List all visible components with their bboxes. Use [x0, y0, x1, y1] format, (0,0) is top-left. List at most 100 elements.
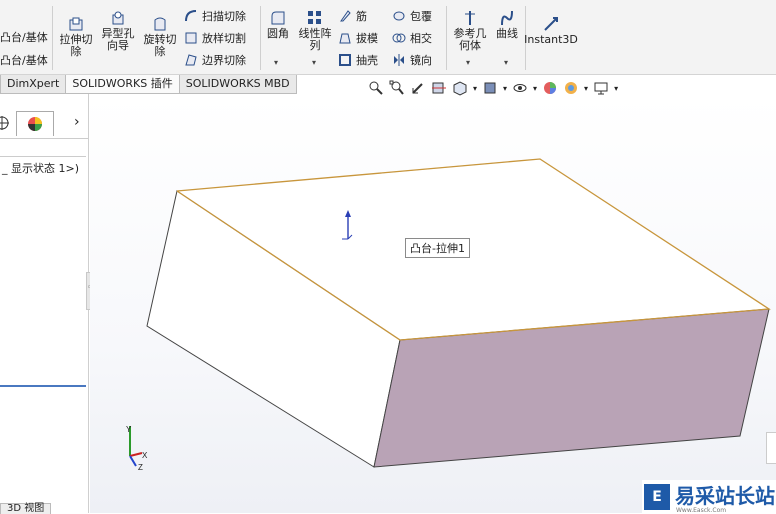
reference-geometry-button[interactable]: 参考几 何体: [450, 10, 490, 52]
watermark-subtext: Www.Easck.Com: [676, 506, 727, 514]
fillet-dropdown-icon[interactable]: ▾: [274, 58, 278, 67]
panel-expand-icon[interactable]: ›: [74, 114, 80, 130]
heads-up-view-toolbar: ▾ ▾ ▾ ▾ ▾: [368, 78, 618, 98]
tab-solidworks-mbd[interactable]: SOLIDWORKS MBD: [178, 75, 297, 94]
hole-wizard-icon: [112, 11, 124, 25]
curves-label: 曲线: [496, 27, 518, 40]
feature-callout[interactable]: 凸台-拉伸1: [405, 238, 470, 258]
ribbon-separator: [260, 6, 261, 70]
watermark: E 易采站长站 Www.Easck.Com: [642, 480, 776, 514]
intersect-button[interactable]: 相交: [392, 29, 432, 47]
panel-tabs: ›: [0, 110, 88, 139]
configuration-manager-icon[interactable]: [0, 115, 10, 131]
draft-button[interactable]: 拔模: [338, 29, 378, 47]
swept-cut-button[interactable]: 扫描切除: [184, 7, 246, 25]
boss-base-label: 凸台/基体: [0, 31, 48, 44]
rib-button[interactable]: 筋: [338, 7, 367, 25]
previous-view-icon[interactable]: [410, 80, 426, 96]
revolve-cut-button[interactable]: 旋转切 除: [140, 16, 180, 58]
section-view-icon[interactable]: [431, 80, 447, 96]
wrap-icon: [393, 11, 405, 21]
linear-pattern-label: 线性阵 列: [298, 27, 332, 52]
rib-icon: [340, 10, 351, 22]
ribbon-separator: [52, 6, 53, 70]
view-settings-dropdown-icon[interactable]: ▾: [614, 84, 618, 93]
view-orientation-icon[interactable]: [452, 80, 468, 96]
command-manager-ribbon: 凸台/基体 凸台/基体 拉伸切 除 异型孔 向导 旋转切 除 扫描切除 放样切割…: [0, 0, 776, 75]
lofted-cut-label: 放样切割: [202, 32, 246, 45]
edit-appearance-icon[interactable]: [542, 80, 558, 96]
model-svg: Y X Z: [126, 158, 771, 472]
tab-dimxpert[interactable]: DimXpert: [0, 75, 67, 94]
display-style-dropdown-icon[interactable]: ▾: [503, 84, 507, 93]
triad-x-label: X: [142, 451, 148, 460]
instant3d-button[interactable]: Instant3D: [524, 16, 578, 46]
watermark-text: 易采站长站: [675, 483, 775, 508]
apply-scene-dropdown-icon[interactable]: ▾: [584, 84, 588, 93]
draft-icon: [339, 33, 351, 44]
apply-scene-icon[interactable]: [563, 80, 579, 96]
boundary-cut-icon: [185, 54, 197, 66]
wrap-label: 包覆: [410, 10, 432, 23]
lofted-cut-button[interactable]: 放样切割: [184, 29, 246, 47]
panel-filter-field[interactable]: [0, 138, 86, 157]
zoom-to-fit-icon[interactable]: [368, 80, 384, 96]
wrap-button[interactable]: 包覆: [392, 7, 432, 25]
triad-z-label: Z: [138, 463, 143, 472]
intersect-icon: [392, 33, 406, 43]
curves-icon: [501, 10, 513, 26]
view-orientation-dropdown-icon[interactable]: ▾: [473, 84, 477, 93]
view-settings-icon[interactable]: [593, 80, 609, 96]
hole-wizard-label: 异型孔 向导: [101, 27, 135, 52]
intersect-label: 相交: [410, 32, 432, 45]
tab-3d-view[interactable]: 3D 视图: [0, 503, 52, 514]
hide-show-items-icon[interactable]: [512, 80, 528, 96]
ribbon-separator: [446, 6, 447, 70]
shell-button[interactable]: 抽壳: [338, 51, 378, 69]
task-pane-tab[interactable]: [766, 432, 776, 464]
revolve-cut-icon: [154, 17, 166, 31]
instant3d-icon: [544, 17, 558, 31]
triad-y-label: Y: [126, 425, 132, 434]
watermark-logo-icon: E: [644, 483, 670, 510]
zoom-to-area-icon[interactable]: [389, 80, 405, 96]
shell-label: 抽壳: [356, 54, 378, 67]
reference-geometry-label: 参考几 何体: [453, 27, 487, 52]
tree-item-display-state[interactable]: _ 显示状态 1>): [2, 160, 79, 176]
mirror-button[interactable]: 镜向: [392, 51, 432, 69]
reference-geometry-dropdown-icon[interactable]: ▾: [466, 58, 470, 67]
reference-triad: Y X Z: [126, 425, 148, 472]
instant3d-label: Instant3D: [524, 33, 578, 46]
boss-base-item-1[interactable]: 凸台/基体: [0, 28, 48, 46]
boundary-cut-label: 边界切除: [202, 54, 246, 67]
extrude-cut-button[interactable]: 拉伸切 除: [56, 16, 96, 58]
lofted-cut-icon: [185, 32, 197, 44]
boundary-cut-button[interactable]: 边界切除: [184, 51, 246, 69]
linear-pattern-dropdown-icon[interactable]: ▾: [312, 58, 316, 67]
swept-cut-icon: [185, 10, 197, 22]
curves-dropdown-icon[interactable]: ▾: [504, 58, 508, 67]
draft-label: 拔模: [356, 32, 378, 45]
revolve-cut-label: 旋转切 除: [143, 33, 177, 58]
extrude-cut-icon: [69, 17, 83, 31]
panel-tab-appearance[interactable]: [16, 111, 54, 136]
curves-button[interactable]: 曲线: [492, 10, 522, 40]
hole-wizard-button[interactable]: 异型孔 向导: [98, 10, 138, 52]
display-style-icon[interactable]: [482, 80, 498, 96]
panel-scroll-indicator: [0, 385, 86, 387]
boss-base-label: 凸台/基体: [0, 54, 48, 67]
linear-pattern-button[interactable]: 线性阵 列: [295, 10, 335, 52]
fillet-label: 圆角: [267, 27, 289, 40]
shell-icon: [339, 54, 351, 66]
rib-label: 筋: [356, 10, 367, 23]
command-manager-tabs: DimXpert SOLIDWORKS 插件 SOLIDWORKS MBD: [0, 75, 297, 94]
fillet-button[interactable]: 圆角: [263, 10, 293, 40]
fillet-icon: [271, 11, 285, 25]
mirror-icon: [394, 54, 404, 66]
tab-solidworks-addins[interactable]: SOLIDWORKS 插件: [65, 75, 180, 94]
swept-cut-label: 扫描切除: [202, 10, 246, 23]
boss-base-item-2[interactable]: 凸台/基体: [0, 51, 48, 69]
reference-geometry-icon: [465, 11, 475, 25]
hide-show-dropdown-icon[interactable]: ▾: [533, 84, 537, 93]
linear-pattern-icon: [308, 11, 321, 24]
